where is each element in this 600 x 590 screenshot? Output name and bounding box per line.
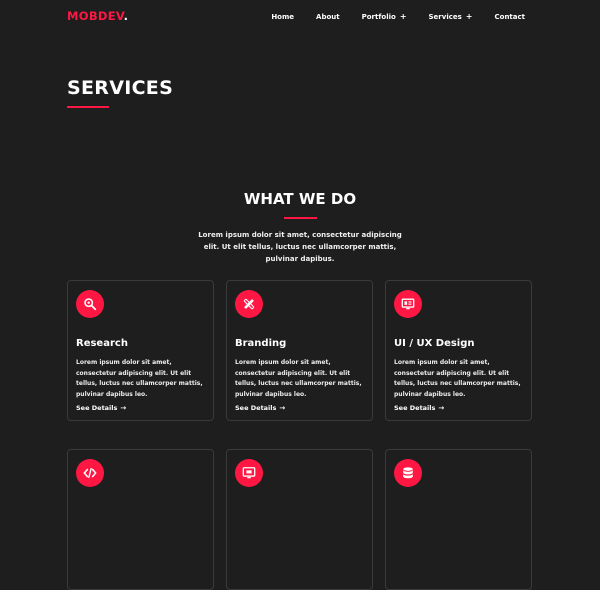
section-underline	[284, 217, 317, 219]
arrow-right-icon: →	[120, 404, 127, 412]
card-title: Branding	[235, 338, 287, 349]
card-text: Lorem ipsum dolor sit amet, consectetur …	[76, 359, 203, 398]
card-title: Research	[76, 338, 128, 349]
see-details-label: See Details	[394, 404, 436, 412]
arrow-right-icon: →	[279, 404, 286, 412]
nav-item-label: Contact	[494, 12, 526, 21]
brand-name: MOBDEV	[67, 9, 124, 23]
code-icon	[76, 459, 104, 487]
service-card	[226, 449, 373, 590]
monitor-icon	[235, 459, 263, 487]
nav-item-home[interactable]: Home	[271, 12, 294, 21]
plus-icon: +	[399, 12, 407, 21]
card-text: Lorem ipsum dolor sit amet, consectetur …	[235, 359, 362, 398]
card-title: UI / UX Design	[394, 338, 475, 349]
ui-ux-design-icon	[394, 290, 422, 318]
see-details-link[interactable]: See Details →	[394, 404, 444, 412]
brand-logo[interactable]: MOBDEV.	[67, 9, 128, 23]
section-description: Lorem ipsum dolor sit amet, consectetur …	[198, 231, 402, 263]
branding-icon	[235, 290, 263, 318]
card-text: Lorem ipsum dolor sit amet, consectetur …	[394, 359, 521, 398]
arrow-right-icon: →	[438, 404, 445, 412]
service-card	[67, 449, 214, 590]
navbar: MOBDEV. Home About Portfolio + Services + …	[0, 0, 600, 34]
nav-item-services[interactable]: Services +	[429, 12, 473, 21]
see-details-label: See Details	[235, 404, 277, 412]
title-underline	[67, 106, 109, 108]
see-details-link[interactable]: See Details →	[235, 404, 285, 412]
main-menu: Home About Portfolio + Services + Contact	[249, 12, 525, 21]
see-details-link[interactable]: See Details →	[76, 404, 126, 412]
service-card-research: Research Lorem ipsum dolor sit amet, con…	[67, 280, 214, 421]
service-card	[385, 449, 532, 590]
nav-item-contact[interactable]: Contact	[495, 12, 526, 21]
nav-item-label: Services	[428, 12, 462, 21]
nav-item-label: Portfolio	[361, 12, 396, 21]
database-icon	[394, 459, 422, 487]
service-card-branding: Branding Lorem ipsum dolor sit amet, con…	[226, 280, 373, 421]
service-card-ui-ux-design: UI / UX Design Lorem ipsum dolor sit ame…	[385, 280, 532, 421]
section-title: WHAT WE DO	[243, 190, 357, 208]
nav-item-label: Home	[271, 12, 295, 21]
research-icon	[76, 290, 104, 318]
nav-item-about[interactable]: About	[316, 12, 340, 21]
plus-icon: +	[465, 12, 473, 21]
see-details-label: See Details	[76, 404, 118, 412]
nav-item-portfolio[interactable]: Portfolio +	[362, 12, 407, 21]
nav-item-label: About	[316, 12, 340, 21]
page-title: SERVICES	[67, 77, 174, 99]
brand-dot: .	[123, 9, 129, 23]
